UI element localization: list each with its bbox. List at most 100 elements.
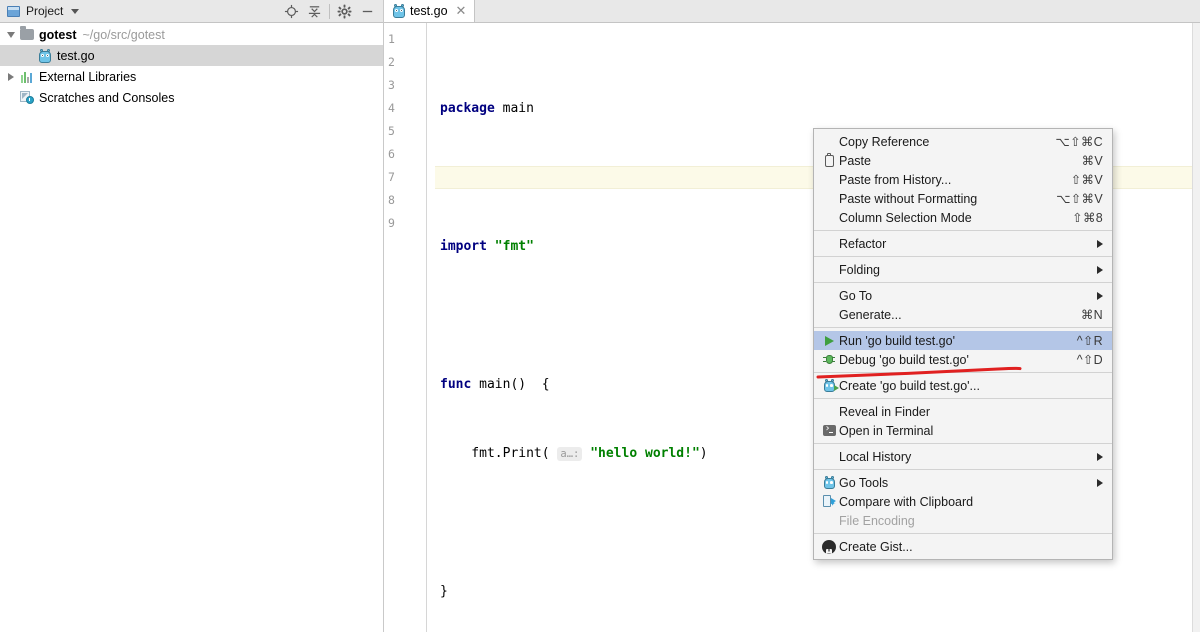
line-number: 3 xyxy=(384,74,435,97)
menu-item-create-gist[interactable]: Create Gist... xyxy=(814,537,1112,556)
locate-icon[interactable] xyxy=(280,0,303,22)
line-number: 6 xyxy=(384,143,435,166)
menu-separator xyxy=(814,443,1112,444)
menu-group: Local History xyxy=(814,447,1112,466)
menu-item-folding[interactable]: Folding xyxy=(814,260,1112,279)
menu-item-column-selection-mode[interactable]: Column Selection Mode⇧⌘8 xyxy=(814,208,1112,227)
menu-item-label: Folding xyxy=(839,263,1085,277)
menu-item-go-to[interactable]: Go To xyxy=(814,286,1112,305)
minimize-icon[interactable] xyxy=(356,0,379,22)
menu-item-reveal-in-finder[interactable]: Reveal in Finder xyxy=(814,402,1112,421)
menu-item-label: Reveal in Finder xyxy=(839,405,1103,419)
menu-item-shortcut: ⌥⇧⌘C xyxy=(1055,134,1103,149)
menu-group: Run 'go build test.go'^⇧RDebug 'go build… xyxy=(814,331,1112,369)
menu-item-generate[interactable]: Generate...⌘N xyxy=(814,305,1112,324)
code-line-1: package main xyxy=(435,97,1200,120)
menu-item-label: Copy Reference xyxy=(839,135,1041,149)
menu-group: Create Gist... xyxy=(814,537,1112,556)
code-token xyxy=(487,239,495,254)
menu-item-refactor[interactable]: Refactor xyxy=(814,234,1112,253)
menu-item-go-tools[interactable]: Go Tools xyxy=(814,473,1112,492)
menu-item-local-history[interactable]: Local History xyxy=(814,447,1112,466)
menu-item-copy-reference[interactable]: Copy Reference ⌥⇧⌘C xyxy=(814,132,1112,151)
collapse-all-icon[interactable] xyxy=(303,0,326,22)
menu-separator xyxy=(814,372,1112,373)
line-number: 9 xyxy=(384,212,435,235)
code-token: "hello world!" xyxy=(590,446,700,461)
menu-item-run-go-build[interactable]: Run 'go build test.go'^⇧R xyxy=(814,331,1112,350)
line-number: 7 xyxy=(384,166,435,189)
line-number-gutter[interactable]: 1 2 3 4 5 6 7 8 9 xyxy=(384,23,435,632)
chevron-down-icon[interactable] xyxy=(4,32,18,38)
submenu-arrow-icon xyxy=(1097,292,1103,300)
menu-item-shortcut: ⌥⇧⌘V xyxy=(1056,191,1103,206)
menu-item-label: Refactor xyxy=(839,237,1085,251)
tree-node-gotest[interactable]: gotest ~/go/src/gotest xyxy=(0,24,383,45)
menu-group: Refactor xyxy=(814,234,1112,253)
chevron-down-icon[interactable] xyxy=(71,9,79,14)
menu-item-shortcut: ⇧⌘8 xyxy=(1072,210,1103,225)
tree-node-scratches-and-consoles[interactable]: Scratches and Consoles xyxy=(0,87,383,108)
window-icon xyxy=(7,6,20,17)
project-panel-header: Project xyxy=(0,0,383,23)
menu-item-paste-from-history[interactable]: Paste from History...⇧⌘V xyxy=(814,170,1112,189)
tab-test-go[interactable]: test.go ✕ xyxy=(384,0,475,22)
project-panel-toolbar xyxy=(280,0,379,22)
code-token: } xyxy=(440,584,448,599)
submenu-arrow-icon xyxy=(1097,453,1103,461)
libraries-icon xyxy=(18,71,35,83)
menu-separator xyxy=(814,256,1112,257)
tree-node-external-libraries[interactable]: External Libraries xyxy=(0,66,383,87)
line-number: 2 xyxy=(384,51,435,74)
menu-separator xyxy=(814,327,1112,328)
tree-node-label: External Libraries xyxy=(39,70,136,84)
menu-item-label: Paste xyxy=(839,154,1068,168)
gutter-divider xyxy=(426,23,427,632)
menu-item-open-in-terminal[interactable]: Open in Terminal xyxy=(814,421,1112,440)
go-file-icon xyxy=(393,4,405,18)
menu-item-label: Paste from History... xyxy=(839,173,1057,187)
tab-label: test.go xyxy=(410,4,448,18)
scratches-icon xyxy=(18,91,35,104)
chevron-right-icon[interactable] xyxy=(4,73,18,81)
menu-group: Copy Reference⌥⇧⌘CPaste⌘VPaste from Hist… xyxy=(814,132,1112,227)
tree-node-label: gotest xyxy=(39,28,77,42)
project-tree[interactable]: gotest ~/go/src/gotest test.go xyxy=(0,23,383,632)
tree-node-label: test.go xyxy=(57,49,95,63)
menu-item-label: File Encoding xyxy=(839,514,1103,528)
menu-separator xyxy=(814,282,1112,283)
menu-item-compare-with-clipboard[interactable]: ✦Compare with Clipboard xyxy=(814,492,1112,511)
editor-context-menu[interactable]: Copy Reference⌥⇧⌘CPaste⌘VPaste from Hist… xyxy=(813,128,1113,560)
gear-icon[interactable] xyxy=(333,0,356,22)
menu-separator xyxy=(814,398,1112,399)
submenu-arrow-icon xyxy=(1097,240,1103,248)
toolbar-divider xyxy=(329,4,330,19)
menu-item-paste-without-formatting[interactable]: Paste without Formatting ⌥⇧⌘V xyxy=(814,189,1112,208)
code-token: import xyxy=(440,239,487,254)
menu-item-debug-go-build[interactable]: Debug 'go build test.go'^⇧D xyxy=(814,350,1112,369)
menu-group: Reveal in Finder Open in Terminal xyxy=(814,402,1112,440)
menu-separator xyxy=(814,230,1112,231)
project-panel-title-group[interactable]: Project xyxy=(7,4,280,18)
code-token: "fmt" xyxy=(495,239,534,254)
menu-item-label: Paste without Formatting xyxy=(839,192,1042,206)
tree-node-label: Scratches and Consoles xyxy=(39,91,175,105)
clipboard-icon xyxy=(819,155,839,167)
parameter-hint: a…: xyxy=(557,447,582,461)
menu-item-paste[interactable]: Paste⌘V xyxy=(814,151,1112,170)
line-number: 8 xyxy=(384,189,435,212)
line-number: 4 xyxy=(384,97,435,120)
menu-item-create-go-build-config[interactable]: Create 'go build test.go'... xyxy=(814,376,1112,395)
code-token: package xyxy=(440,101,495,116)
tree-node-test-go[interactable]: test.go xyxy=(0,45,383,66)
line-number: 5 xyxy=(384,120,435,143)
menu-item-label: Create 'go build test.go'... xyxy=(839,379,1103,393)
menu-item-label: Run 'go build test.go' xyxy=(839,334,1063,348)
close-icon[interactable]: ✕ xyxy=(456,4,467,17)
go-run-config-icon xyxy=(819,379,839,392)
editor-right-gutter[interactable] xyxy=(1192,23,1200,632)
debug-icon xyxy=(819,354,839,365)
code-line-8: } xyxy=(435,580,1200,603)
menu-group: Create 'go build test.go'... xyxy=(814,376,1112,395)
code-token: main() { xyxy=(471,377,549,392)
